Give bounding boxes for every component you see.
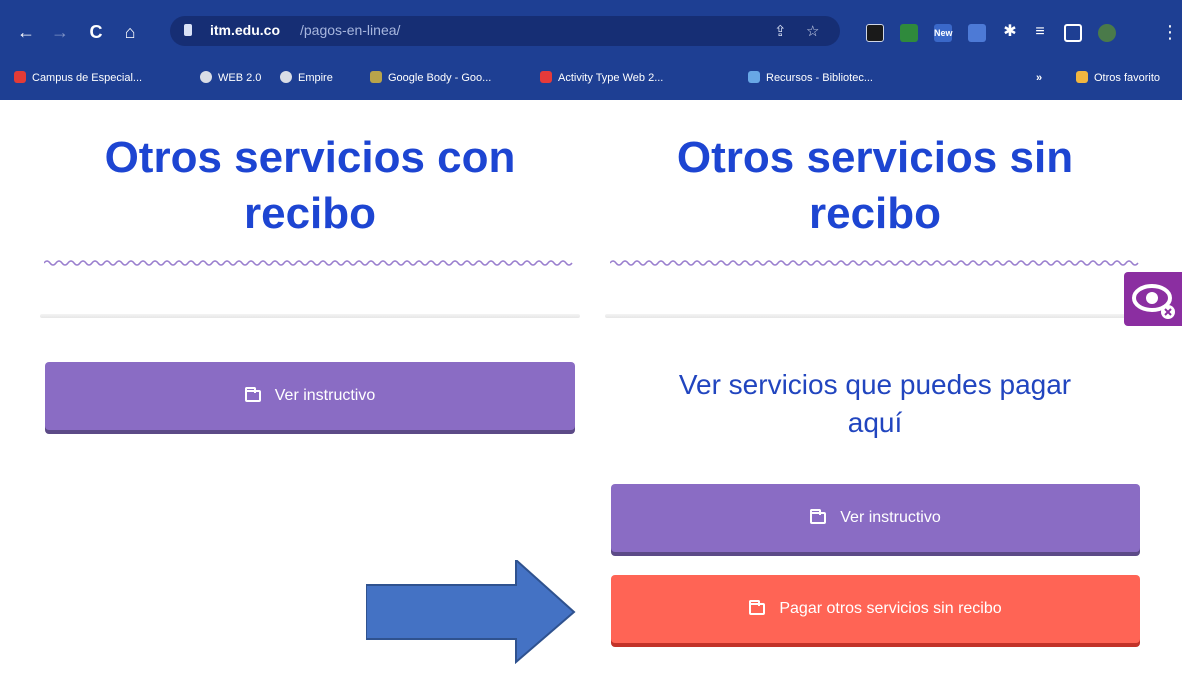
heading-con-recibo: Otros servicios con recibo — [40, 130, 580, 242]
section-divider-left — [40, 314, 580, 318]
globe-icon — [280, 71, 292, 83]
extension-new-icon[interactable]: New — [934, 24, 953, 42]
share-icon[interactable]: ⇪ — [774, 22, 787, 40]
bookmark-label: Otros favorito — [1094, 72, 1161, 84]
bookmark-activity-icon — [540, 71, 552, 83]
folder-open-icon — [749, 600, 766, 615]
reload-icon[interactable]: C — [86, 22, 106, 42]
wavy-divider-right — [610, 260, 1139, 266]
pagar-otros-servicios-button[interactable]: Pagar otros servicios sin recibo — [611, 575, 1140, 643]
star-icon[interactable]: ☆ — [806, 22, 819, 40]
extension-2-icon[interactable] — [900, 24, 918, 42]
folder-open-icon — [810, 509, 827, 524]
menu-kebab-icon[interactable]: ⋮ — [1160, 22, 1180, 42]
bookmark-recursos-icon — [748, 71, 760, 83]
heading-line: recibo — [808, 189, 942, 238]
section-divider-right — [605, 314, 1125, 318]
bookmark-web20[interactable]: WEB 2.0 — [200, 68, 261, 88]
browser-toolbar: ← → C ⌂ itm.edu.co /pagos-en-linea/ ⇪ ☆ … — [0, 10, 1182, 54]
bookmarks-bar: Campus de Especial... WEB 2.0 Empire Goo… — [0, 62, 1182, 92]
globe-icon — [200, 71, 212, 83]
eye-icon — [1132, 284, 1175, 319]
side-panel-icon[interactable] — [1064, 24, 1082, 42]
profile-avatar-icon[interactable] — [1098, 24, 1116, 42]
bookmark-empire[interactable]: Empire — [280, 68, 333, 88]
lock-icon — [184, 24, 192, 36]
bookmark-label: WEB 2.0 — [218, 72, 262, 84]
bookmark-label: Activity Type Web 2... — [558, 72, 664, 84]
bookmark-label: Campus de Especial... — [32, 72, 143, 84]
ver-instructivo-button-right[interactable]: Ver instructivo — [611, 484, 1140, 552]
bookmark-google-body[interactable]: Google Body - Goo... — [370, 68, 491, 88]
button-label: Ver instructivo — [274, 387, 376, 404]
home-icon[interactable]: ⌂ — [120, 22, 140, 42]
bookmark-campus[interactable]: Campus de Especial... — [14, 68, 142, 88]
bookmark-recursos[interactable]: Recursos - Bibliotec... — [748, 68, 873, 88]
extension-new-label: New — [934, 28, 953, 38]
bookmark-other-favorites[interactable]: Otros favorito — [1076, 68, 1160, 88]
ver-instructivo-button-left[interactable]: Ver instructivo — [45, 362, 575, 430]
url-host: itm.edu.co — [210, 22, 281, 38]
bookmark-google-body-icon — [370, 71, 382, 83]
reading-list-icon[interactable]: ≡ — [1030, 22, 1050, 42]
heading-line: recibo — [243, 189, 377, 238]
forward-arrow-icon[interactable]: → — [50, 22, 70, 42]
puzzle-icon[interactable]: ✱ — [1000, 22, 1020, 42]
bookmark-label: Recursos - Bibliotec... — [766, 72, 873, 84]
accessibility-eye-icon[interactable] — [1124, 272, 1182, 326]
heading-sin-recibo: Otros servicios sin recibo — [605, 130, 1145, 242]
wavy-divider-left — [44, 260, 573, 266]
address-bar[interactable]: itm.edu.co /pagos-en-linea/ ⇪ ☆ — [170, 16, 840, 46]
folder-icon — [1076, 71, 1088, 83]
bookmark-activity-type[interactable]: Activity Type Web 2... — [540, 68, 663, 88]
extension-4-icon[interactable] — [968, 24, 986, 42]
more-bookmarks-button[interactable]: » — [1036, 68, 1042, 88]
button-label: Ver instructivo — [840, 509, 941, 526]
subtitle-line: Ver servicios que puedes pagar — [678, 369, 1072, 400]
annotation-arrow-icon — [366, 560, 576, 664]
subtitle-line: aquí — [847, 407, 903, 438]
back-arrow-icon[interactable]: ← — [16, 22, 36, 42]
heading-line: Otros servicios con — [104, 133, 516, 182]
folder-open-icon — [244, 387, 261, 402]
heading-line: Otros servicios sin — [676, 133, 1074, 182]
bookmark-label: Empire — [298, 72, 333, 84]
url-path: /pagos-en-linea/ — [300, 22, 401, 38]
bookmark-campus-icon — [14, 71, 26, 83]
extension-1-icon[interactable] — [866, 24, 884, 42]
browser-chrome: ← → C ⌂ itm.edu.co /pagos-en-linea/ ⇪ ☆ … — [0, 0, 1182, 100]
services-subtitle: Ver servicios que puedes pagar aquí — [605, 366, 1145, 442]
button-label: Pagar otros servicios sin recibo — [779, 600, 1002, 617]
bookmark-label: Google Body - Goo... — [388, 72, 492, 84]
